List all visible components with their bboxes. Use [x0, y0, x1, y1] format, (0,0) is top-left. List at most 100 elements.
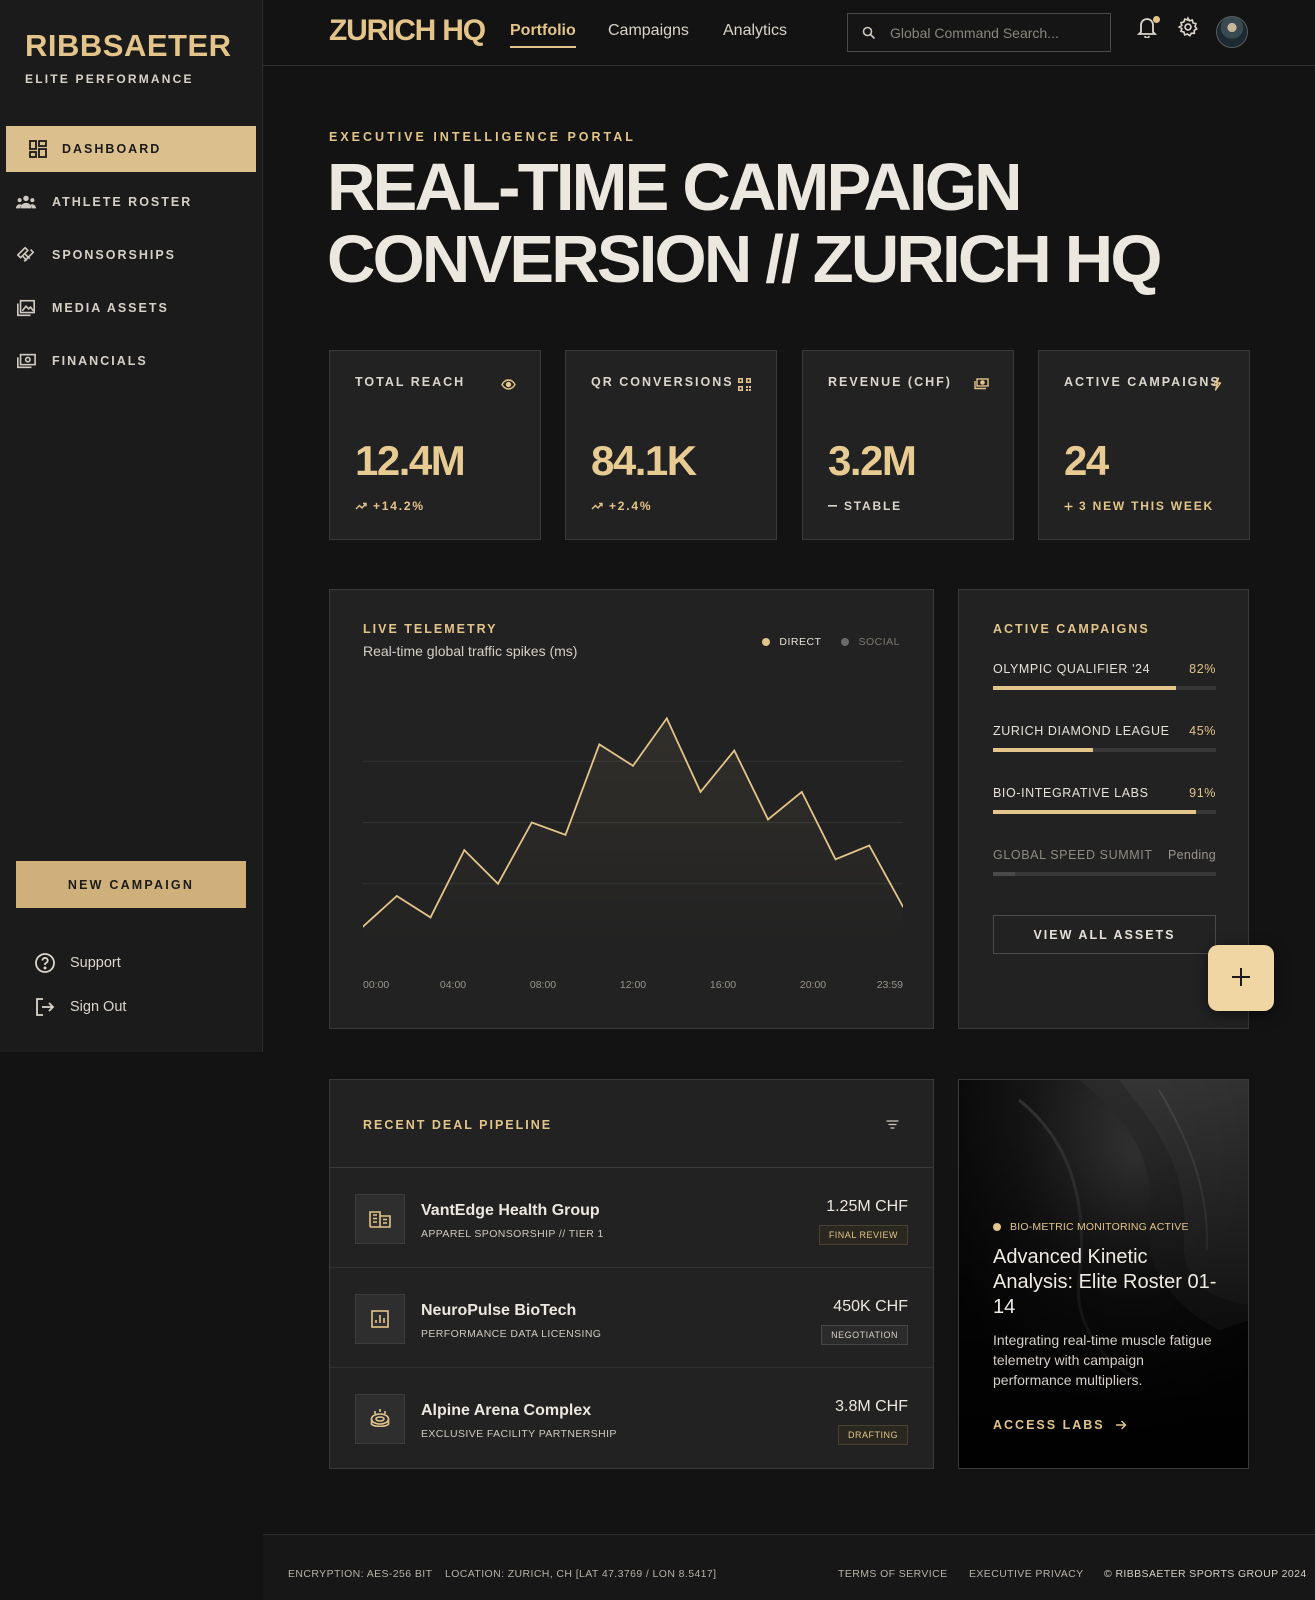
analytics-icon [355, 1294, 405, 1344]
chart-point [767, 818, 769, 821]
bolt-icon [1209, 376, 1225, 392]
access-labs-link[interactable]: ACCESS LABS [993, 1418, 1127, 1432]
new-campaign-button[interactable]: NEW CAMPAIGN [16, 861, 246, 908]
telemetry-line-chart[interactable]: 00:00 04:00 08:00 12:00 16:00 20:00 23:59 [363, 690, 903, 1000]
chart-point [632, 764, 634, 767]
filter-icon[interactable] [884, 1116, 900, 1132]
sidebar-item-label: SPONSORSHIPS [52, 248, 177, 262]
campaign-status: 45% [1189, 724, 1216, 738]
plus-icon [1064, 502, 1073, 511]
table-row[interactable]: NeuroPulse BioTech PERFORMANCE DATA LICE… [330, 1268, 933, 1368]
campaign-progress-fill [993, 686, 1176, 690]
deal-subtitle: APPAREL SPONSORSHIP // TIER 1 [421, 1228, 604, 1240]
sidebar-item-financials[interactable]: FINANCIALS [0, 338, 263, 384]
tab-campaigns[interactable]: Campaigns [608, 22, 689, 40]
sidebar-nav: DASHBOARD ATHLETE ROSTER SPONSORSHIPS ME… [0, 126, 263, 391]
chart-point [733, 749, 736, 752]
access-labs-label: ACCESS LABS [993, 1418, 1105, 1432]
table-row[interactable]: VantEdge Health Group APPAREL SPONSORSHI… [330, 1168, 933, 1268]
footer-encryption: ENCRYPTION: AES-256 BIT [288, 1568, 433, 1580]
sign-out-link[interactable]: Sign Out [34, 996, 126, 1018]
kpi-delta: +2.4% [591, 499, 652, 513]
kpi-card-active-campaigns[interactable]: ACTIVE CAMPAIGNS 24 3 NEW THIS WEEK [1038, 350, 1250, 540]
campaign-progress-track [993, 810, 1216, 814]
sidebar-item-media-assets[interactable]: MEDIA ASSETS [0, 285, 263, 331]
notifications-button[interactable] [1134, 16, 1160, 42]
campaign-item[interactable]: OLYMPIC QUALIFIER '24 82% [993, 662, 1216, 690]
chart-point [868, 844, 871, 847]
deal-pipeline-panel: RECENT DEAL PIPELINE VantEdge Health Gro… [329, 1079, 934, 1469]
kpi-card-revenue[interactable]: REVENUE (CHF) 3.2M STABLE [802, 350, 1014, 540]
campaign-name: OLYMPIC QUALIFIER '24 [993, 662, 1151, 676]
deal-amount: 1.25M CHF [826, 1198, 908, 1215]
status-badge: DRAFTING [838, 1425, 908, 1445]
sidebar-item-label: FINANCIALS [52, 354, 148, 368]
tab-analytics[interactable]: Analytics [723, 22, 787, 40]
hero-eyebrow: EXECUTIVE INTELLIGENCE PORTAL [329, 130, 636, 144]
kpi-card-qr-conversions[interactable]: QR CONVERSIONS 84.1K +2.4% [565, 350, 777, 540]
search-box[interactable] [847, 13, 1111, 52]
building-icon [355, 1194, 405, 1244]
sidebar-item-athlete-roster[interactable]: ATHLETE ROSTER [0, 179, 263, 225]
status-badge: FINAL REVIEW [818, 1225, 908, 1245]
table-row[interactable]: Alpine Arena Complex EXCLUSIVE FACILITY … [330, 1368, 933, 1468]
chart-x-tick-label: 04:00 [440, 979, 466, 991]
tab-portfolio[interactable]: Portfolio [510, 22, 576, 48]
add-fab-button[interactable] [1208, 945, 1274, 1011]
kpi-value: 3.2M [828, 437, 917, 484]
legend-item-direct[interactable]: DIRECT [762, 636, 821, 648]
sidebar-item-label: DASHBOARD [62, 142, 162, 156]
plus-icon [1230, 966, 1252, 991]
active-campaigns-title: ACTIVE CAMPAIGNS [993, 622, 1150, 636]
deal-subtitle: EXCLUSIVE FACILITY PARTNERSHIP [421, 1428, 617, 1440]
campaign-item[interactable]: GLOBAL SPEED SUMMIT Pending [993, 848, 1216, 876]
dash-icon [828, 505, 838, 507]
brand-name: RIBBSAETER [25, 28, 232, 63]
footer-privacy-link[interactable]: EXECUTIVE PRIVACY [969, 1568, 1084, 1580]
status-badge: NEGOTIATION [821, 1325, 908, 1345]
sign-out-label: Sign Out [70, 999, 127, 1015]
brand[interactable]: RIBBSAETER ELITE PERFORMANCE [25, 28, 232, 86]
campaign-progress-track [993, 872, 1216, 876]
header-title[interactable]: ZURICH HQ [329, 14, 486, 48]
settings-button[interactable] [1175, 15, 1201, 43]
sidebar-item-dashboard[interactable]: DASHBOARD [6, 126, 256, 172]
chart-x-tick-label: 08:00 [530, 979, 556, 991]
support-label: Support [70, 955, 121, 971]
campaign-progress-fill [993, 810, 1196, 814]
sidebar-item-sponsorships[interactable]: SPONSORSHIPS [0, 232, 263, 278]
gear-icon [1177, 15, 1199, 43]
campaign-item[interactable]: BIO-INTEGRATIVE LABS 91% [993, 786, 1216, 814]
brand-tagline: ELITE PERFORMANCE [25, 72, 194, 86]
support-link[interactable]: Support [34, 952, 121, 974]
chart-x-tick-label: 20:00 [800, 979, 826, 991]
help-icon [34, 952, 56, 974]
chart-x-tick-label: 00:00 [363, 979, 389, 991]
view-all-assets-button[interactable]: VIEW ALL ASSETS [993, 915, 1216, 954]
footer-terms-link[interactable]: TERMS OF SERVICE [838, 1568, 947, 1580]
kpi-value: 12.4M [355, 437, 466, 484]
campaign-progress-fill [993, 872, 1016, 876]
kpi-label: ACTIVE CAMPAIGNS [1064, 375, 1221, 389]
deal-amount: 450K CHF [833, 1298, 908, 1315]
chart-point [429, 916, 432, 919]
campaign-progress-track [993, 748, 1216, 752]
chart-x-tick-label: 23:59 [877, 979, 903, 991]
page-title: REAL-TIME CAMPAIGN CONVERSION // ZURICH … [327, 152, 1287, 296]
chart-point [800, 790, 803, 793]
footer-location: LOCATION: ZURICH, CH [LAT 47.3769 / LON … [445, 1568, 717, 1580]
arrow-right-icon [1115, 1420, 1127, 1430]
kpi-card-total-reach[interactable]: TOTAL REACH 12.4M +14.2% [329, 350, 541, 540]
search-icon [862, 26, 876, 40]
campaign-name: BIO-INTEGRATIVE LABS [993, 786, 1149, 800]
logout-icon [34, 996, 56, 1018]
kpi-delta-text: +14.2% [373, 499, 425, 513]
user-avatar[interactable] [1216, 16, 1248, 48]
chart-point [463, 849, 466, 851]
legend-item-social[interactable]: SOCIAL [841, 636, 900, 648]
search-input[interactable] [890, 24, 1100, 41]
footer-copyright: © RIBBSAETER SPORTS GROUP 2024 [1104, 1568, 1307, 1580]
sidebar-item-label: MEDIA ASSETS [52, 301, 169, 315]
chart-point [530, 821, 533, 824]
campaign-item[interactable]: ZURICH DIAMOND LEAGUE 45% [993, 724, 1216, 752]
